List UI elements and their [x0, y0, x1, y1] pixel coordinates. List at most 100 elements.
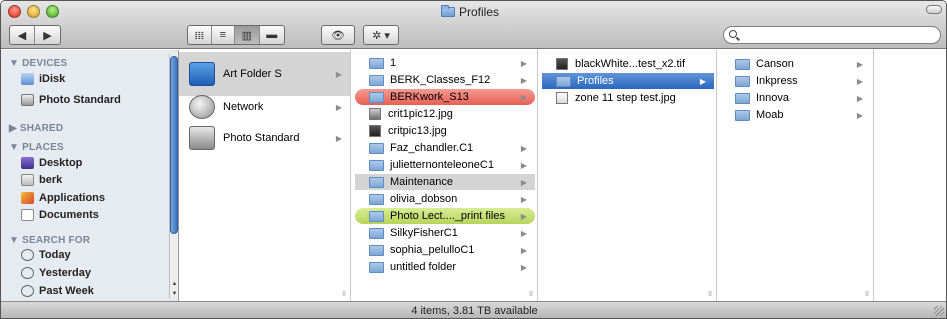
window-title-text: Profiles: [459, 5, 500, 19]
search-field[interactable]: [723, 26, 941, 44]
hard-disk-icon: [189, 126, 215, 150]
column-item[interactable]: Faz_chandler.C1 ▶: [355, 140, 535, 156]
sidebar-item-label: iDisk: [39, 73, 66, 85]
folder-icon: [735, 109, 750, 121]
desktop-icon: [21, 157, 34, 169]
column-resize-handle[interactable]: II: [708, 291, 712, 298]
sidebar-item-documents[interactable]: Documents: [21, 207, 99, 223]
browser-column-4: Canson ▶ Inkpress ▶ Innova ▶ Moab ▶ II: [718, 50, 874, 301]
document-file-icon: [556, 92, 568, 104]
list-view-button[interactable]: ≡: [212, 26, 236, 44]
column-resize-handle[interactable]: II: [865, 291, 869, 298]
scroll-arrows[interactable]: ▲ ▼: [170, 279, 179, 299]
chevron-right-icon: ▶: [520, 177, 527, 187]
column-item[interactable]: Maintenance ▶: [355, 174, 535, 190]
resize-grip-icon[interactable]: [934, 306, 944, 316]
browser-column-empty: [875, 50, 946, 301]
folder-icon: [369, 244, 384, 256]
column-item-label: critpic13.jpg: [388, 125, 447, 137]
column-view-button[interactable]: ▥: [235, 26, 260, 44]
sidebar-item-label: Photo Standard: [39, 94, 121, 106]
sidebar-item-label: Desktop: [39, 157, 83, 169]
column-item-network[interactable]: Network ▶: [179, 92, 350, 122]
list-view-icon: ≡: [219, 29, 226, 41]
sidebar-item-applications[interactable]: Applications: [21, 190, 105, 206]
column-item-label: Innova: [756, 92, 790, 104]
forward-button[interactable]: ▶: [35, 26, 60, 44]
status-bar: 4 items, 3.81 TB available: [1, 301, 946, 318]
column-item[interactable]: Moab ▶: [721, 107, 871, 123]
column-item[interactable]: olivia_dobson ▶: [355, 191, 535, 207]
chevron-right-icon: ▶: [520, 262, 527, 272]
action-menu-button[interactable]: ✲ ▾: [363, 25, 399, 45]
chevron-right-icon: ▶: [335, 133, 342, 143]
folder-icon: [369, 176, 384, 188]
column-item[interactable]: Canson ▶: [721, 56, 871, 72]
quick-look-button[interactable]: 👁: [321, 25, 355, 45]
column-item[interactable]: untitled folder ▶: [355, 259, 535, 275]
column-item-label: untitled folder: [390, 261, 457, 273]
sidebar-item-today[interactable]: Today: [21, 247, 71, 263]
status-text: 4 items, 3.81 TB available: [411, 305, 538, 317]
coverflow-view-button[interactable]: ▬: [260, 26, 284, 44]
sidebar-scroll-thumb[interactable]: [170, 56, 178, 234]
sidebar-item-yesterday[interactable]: Yesterday: [21, 265, 91, 281]
column-item[interactable]: Inkpress ▶: [721, 73, 871, 89]
column-item-label: Faz_chandler.C1: [390, 142, 474, 154]
column-resize-handle[interactable]: II: [342, 291, 346, 298]
folder-icon: [369, 91, 384, 103]
column-item[interactable]: critpic13.jpg: [355, 123, 535, 139]
column-item-photo-standard[interactable]: Photo Standard ▶: [179, 122, 350, 154]
column-item[interactable]: sophia_pelulloC1 ▶: [355, 242, 535, 258]
column-item-label: Inkpress: [756, 75, 798, 87]
sidebar-item-photo-standard[interactable]: Photo Standard: [21, 92, 121, 108]
idisk-icon: [21, 73, 34, 85]
forward-arrow-icon: ▶: [43, 29, 52, 42]
column-item[interactable]: BERK_Classes_F12 ▶: [355, 72, 535, 88]
back-button[interactable]: ◀: [10, 26, 36, 44]
search-input[interactable]: [742, 28, 932, 42]
folder-icon: [441, 5, 455, 17]
folder-icon: [369, 159, 384, 171]
sidebar-item-desktop[interactable]: Desktop: [21, 155, 82, 171]
sidebar-heading-shared[interactable]: ▶ SHARED: [9, 123, 63, 134]
column-item[interactable]: Photo Lect...._print files ▶: [355, 208, 535, 224]
folder-icon: [369, 142, 384, 154]
chevron-right-icon: ▶: [520, 92, 527, 102]
sidebar-item-berk[interactable]: berk: [21, 172, 62, 188]
column-item[interactable]: Innova ▶: [721, 90, 871, 106]
toolbar-toggle-button[interactable]: [926, 5, 942, 14]
column-resize-handle[interactable]: II: [529, 291, 533, 298]
column-item[interactable]: blackWhite...test_x2.tif: [542, 56, 714, 72]
sidebar-heading-devices[interactable]: ▼ DEVICES: [9, 58, 67, 69]
column-item[interactable]: julietternonteleoneC1 ▶: [355, 157, 535, 173]
icon-view-button[interactable]: 𝍖: [188, 26, 212, 44]
column-item-label: Photo Standard: [223, 132, 300, 144]
column-item[interactable]: Profiles ▶: [542, 73, 714, 89]
column-item-art-folder-s[interactable]: Art Folder S ▶: [179, 52, 350, 96]
chevron-right-icon: ▶: [520, 160, 527, 170]
sidebar-item-label: Yesterday: [39, 267, 91, 279]
sidebar-item-idisk[interactable]: iDisk: [21, 71, 65, 87]
sidebar-heading-places[interactable]: ▼ PLACES: [9, 142, 64, 153]
home-icon: [21, 174, 34, 186]
column-item[interactable]: SilkyFisherC1 ▶: [355, 225, 535, 241]
gear-icon: ✲ ▾: [372, 29, 390, 42]
sidebar-item-label: Today: [39, 249, 71, 261]
clock-icon: [21, 249, 34, 261]
column-item[interactable]: crit1pic12.jpg: [355, 106, 535, 122]
sidebar-item-past-week[interactable]: Past Week: [21, 283, 94, 299]
zoom-window-button[interactable]: [46, 5, 59, 18]
column-item[interactable]: 1 ▶: [355, 55, 535, 71]
chevron-right-icon: ▶: [520, 143, 527, 153]
column-item[interactable]: zone 11 step test.jpg: [542, 90, 714, 106]
finder-window: Profiles ◀ ▶ 𝍖 ≡ ▥ ▬ 👁 ✲ ▾ ▼ DEVICES iDi: [0, 0, 947, 319]
chevron-right-icon: ▶: [856, 76, 863, 86]
sidebar-heading-search-for[interactable]: ▼ SEARCH FOR: [9, 235, 90, 246]
back-arrow-icon: ◀: [17, 29, 27, 42]
minimize-window-button[interactable]: [27, 5, 40, 18]
icon-view-icon: 𝍖: [194, 29, 205, 42]
sidebar-scrollbar[interactable]: ▲ ▼: [169, 54, 178, 299]
close-window-button[interactable]: [8, 5, 21, 18]
column-item[interactable]: BERKwork_S13 ▶: [355, 89, 535, 105]
